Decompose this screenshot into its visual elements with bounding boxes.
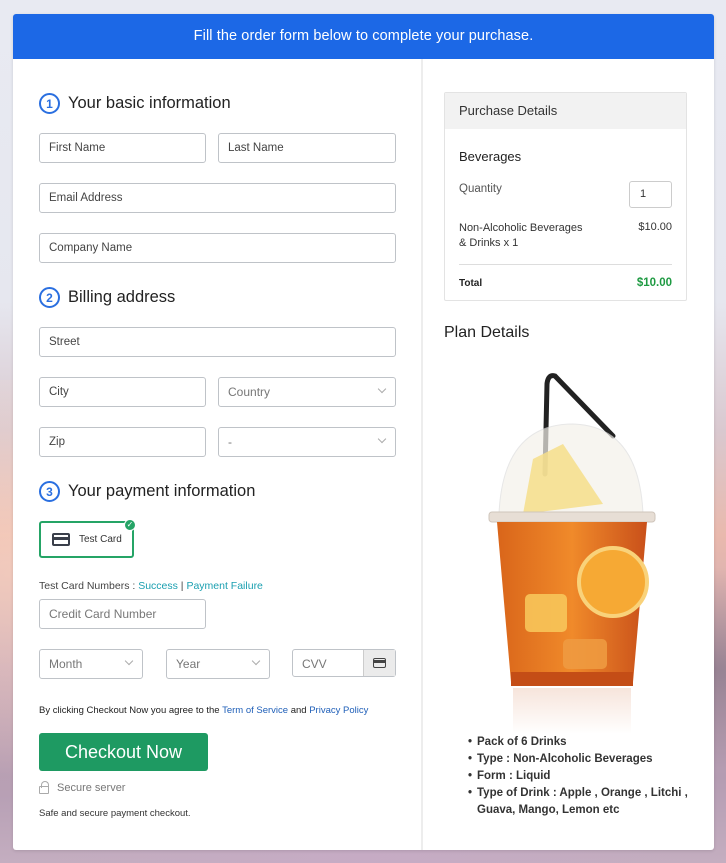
first-name-input[interactable]: First Name <box>39 133 206 163</box>
line-item-price: $10.00 <box>638 221 672 233</box>
line-item-name: Non-Alcoholic Beverages & Drinks x 1 <box>459 221 599 251</box>
step-3-badge: 3 <box>39 481 60 502</box>
section-basic-info: 1 Your basic information <box>39 93 231 114</box>
country-select-value: Country <box>228 385 271 399</box>
last-name-input[interactable]: Last Name <box>218 133 396 163</box>
state-select[interactable]: - <box>218 427 396 457</box>
step-2-badge: 2 <box>39 287 60 308</box>
lid-rim <box>488 511 656 523</box>
section-billing: 2 Billing address <box>39 287 175 308</box>
credit-card-icon <box>373 658 386 668</box>
cup-reflection <box>513 688 631 734</box>
line-item-name-2: & Drinks x 1 <box>459 237 519 249</box>
plan-feature: Type : Non-Alcoholic Beverages <box>468 751 688 768</box>
product-name: Beverages <box>459 149 522 164</box>
step-1-badge: 1 <box>39 93 60 114</box>
divider <box>459 264 672 265</box>
terms-prefix: By clicking Checkout Now you agree to th… <box>39 705 223 716</box>
month-select[interactable]: Month <box>39 649 143 679</box>
test-numbers-label: Test Card Numbers : <box>39 580 139 592</box>
city-input[interactable]: City <box>39 377 206 407</box>
terms-of-service-link[interactable]: Term of Service <box>222 705 288 716</box>
terms-notice: By clicking Checkout Now you agree to th… <box>39 705 368 716</box>
line-item-name-1: Non-Alcoholic Beverages <box>459 222 583 234</box>
secure-server-note: Secure server <box>39 781 126 794</box>
cvv-input[interactable]: CVV <box>292 649 396 677</box>
success-link[interactable]: Success <box>138 580 178 592</box>
terms-and: and <box>288 705 310 716</box>
section-payment: 3 Your payment information <box>39 481 255 502</box>
credit-card-icon <box>52 533 70 546</box>
year-select-value: Year <box>176 657 201 671</box>
privacy-policy-link[interactable]: Privacy Policy <box>309 705 368 716</box>
section-title: Your basic information <box>68 94 231 112</box>
chevron-down-icon <box>377 384 387 394</box>
test-card-numbers: Test Card Numbers : Success | Payment Fa… <box>39 580 263 592</box>
ice-cube <box>563 639 607 669</box>
quantity-label: Quantity <box>459 183 502 195</box>
plan-features: Pack of 6 Drinks Type : Non-Alcoholic Be… <box>468 734 688 819</box>
lock-icon <box>39 781 49 794</box>
secure-server-label: Secure server <box>57 782 126 794</box>
cvv-placeholder: CVV <box>302 657 327 671</box>
ice-cube <box>525 594 567 632</box>
total-label: Total <box>459 278 483 289</box>
purchase-details-header: Purchase Details <box>445 93 686 129</box>
section-title: Billing address <box>68 288 176 306</box>
email-input[interactable]: Email Address <box>39 183 396 213</box>
month-select-value: Month <box>49 657 83 671</box>
company-input[interactable]: Company Name <box>39 233 396 263</box>
cup-base <box>511 672 633 686</box>
chevron-down-icon <box>251 656 261 666</box>
plan-feature: Type of Drink : Apple , Orange , Litchi … <box>468 785 688 819</box>
section-title: Your payment information <box>68 482 256 500</box>
country-select[interactable]: Country <box>218 377 396 407</box>
zip-input[interactable]: Zip <box>39 427 206 457</box>
checkout-now-button[interactable]: Checkout Now <box>39 733 208 771</box>
plan-feature: Form : Liquid <box>468 768 688 785</box>
order-form-card: Fill the order form below to complete yo… <box>13 14 714 850</box>
state-select-value: - <box>228 435 232 449</box>
chevron-down-icon <box>377 434 387 444</box>
year-select[interactable]: Year <box>166 649 270 679</box>
total-value: $10.00 <box>636 277 672 289</box>
chevron-down-icon <box>124 656 134 666</box>
safe-checkout-note: Safe and secure payment checkout. <box>39 808 191 819</box>
header-banner: Fill the order form below to complete yo… <box>13 14 714 59</box>
payment-method-label: Test Card <box>79 534 122 545</box>
cvv-help-button[interactable] <box>363 650 395 676</box>
purchase-details-box: Purchase Details Beverages Quantity 1 No… <box>444 92 687 301</box>
payment-method-test-card[interactable]: Test Card ✓ <box>39 519 136 558</box>
form-column: 1 Your basic information First Name Last… <box>13 59 423 850</box>
check-circle-icon: ✓ <box>124 519 136 531</box>
orange-slice <box>577 546 649 618</box>
drink-image <box>488 373 656 734</box>
plan-feature: Pack of 6 Drinks <box>468 734 688 751</box>
street-input[interactable]: Street <box>39 327 396 357</box>
quantity-input[interactable]: 1 <box>629 181 672 208</box>
payment-failure-link[interactable]: Payment Failure <box>186 580 262 592</box>
plan-details-title: Plan Details <box>444 324 530 341</box>
summary-column: Purchase Details Beverages Quantity 1 No… <box>423 59 714 850</box>
card-number-input[interactable]: Credit Card Number <box>39 599 206 629</box>
